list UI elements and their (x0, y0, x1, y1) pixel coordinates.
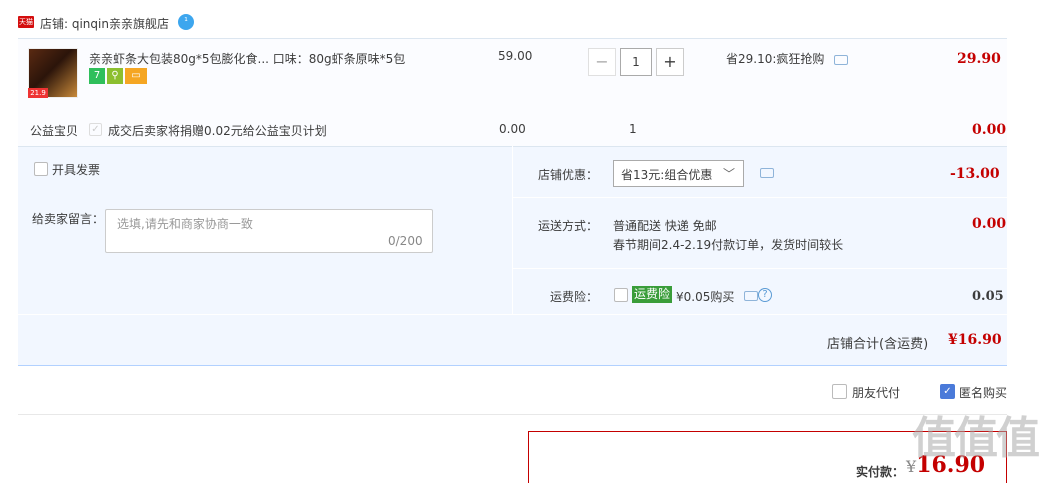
divider (512, 146, 513, 314)
delivery-guarantee-icon[interactable]: ⚲ (107, 68, 123, 84)
message-icon[interactable] (760, 168, 774, 178)
charity-checkbox: ✓ (89, 123, 102, 136)
divider (513, 268, 1007, 269)
service-icons: 7 ⚲ ▭ (89, 68, 149, 84)
store-discount-label: 店铺优惠： (538, 168, 599, 182)
charity-price: 0.00 (499, 122, 526, 136)
tmall-logo: 天猫 (18, 16, 34, 28)
store-total-label: 店铺合计(含运费) (827, 337, 929, 352)
insurance-value: 0.05 (972, 289, 1004, 304)
insurance-checkbox[interactable] (614, 288, 628, 302)
invoice-checkbox[interactable] (34, 162, 48, 176)
shipping-method: 普通配送 快递 免邮 (613, 219, 717, 233)
insurance-badge: 运费险 (632, 286, 673, 303)
quantity-input[interactable]: 1 (620, 48, 652, 76)
shipping-label: 运送方式： (538, 219, 599, 233)
quantity-increase-button[interactable]: + (656, 48, 684, 76)
thumbnail-price-tag: 21.9 (28, 88, 48, 98)
store-discount-value: -13.00 (950, 166, 1000, 182)
help-icon[interactable]: ? (758, 288, 772, 302)
message-icon[interactable] (744, 291, 758, 301)
divider (18, 314, 1007, 315)
charity-label: 公益宝贝 (30, 124, 79, 138)
anonymous-label[interactable]: 匿名购买 (959, 384, 1007, 401)
charity-quantity: 1 (629, 122, 637, 136)
seven-day-return-icon[interactable]: 7 (89, 68, 105, 84)
charity-text: 成交后卖家将捐赠0.02元给公益宝贝计划 (108, 124, 327, 138)
wangwang-chat-icon[interactable]: ¹ (178, 14, 194, 30)
friend-pay-label[interactable]: 朋友代付 (852, 384, 900, 401)
shipping-note: 春节期间2.4-2.19付款订单，发货时间较长 (613, 238, 844, 252)
charity-total: 0.00 (972, 122, 1007, 138)
invoice-label[interactable]: 开具发票 (52, 161, 100, 178)
divider (513, 197, 1007, 198)
unit-price: 59.00 (498, 49, 533, 63)
watermark-logo: 值值值 (912, 413, 1040, 464)
shop-name-link[interactable]: 店铺: qinqin亲亲旗舰店 (40, 15, 169, 32)
credit-card-icon[interactable]: ▭ (125, 68, 147, 84)
item-discount-text: 省29.10:疯狂抢购 (726, 52, 825, 66)
item-discount-tip: 省29.10:疯狂抢购 (726, 50, 849, 67)
quantity-stepper: − 1 + (588, 48, 686, 76)
insurance-label: 运费险： (550, 290, 599, 304)
anonymous-checkbox[interactable]: ✓ (940, 384, 955, 399)
seller-message-count: 0/200 (388, 234, 423, 248)
message-icon[interactable] (834, 54, 849, 65)
seller-message-placeholder: 选填,请先和商家协商一致 (117, 217, 253, 231)
friend-pay-checkbox[interactable] (832, 384, 847, 399)
item-total-price: 29.90 (957, 51, 1001, 67)
divider (18, 414, 1007, 415)
payment-label: 实付款： (856, 465, 905, 479)
shipping-value: 0.00 (972, 216, 1007, 232)
chevron-down-icon[interactable]: ﹀ (723, 165, 735, 182)
insurance-price-text: ¥0.05购买 (676, 290, 735, 304)
store-discount-selected: 省13元:组合优惠 (621, 168, 713, 182)
quantity-decrease-button[interactable]: − (588, 48, 616, 76)
item-title-link[interactable]: 亲亲虾条大包装80g*5包膨化食... 口味：80g虾条原味*5包 (89, 50, 405, 67)
store-total-value: ¥16.90 (948, 332, 1002, 348)
seller-message-label: 给卖家留言： (32, 212, 105, 226)
